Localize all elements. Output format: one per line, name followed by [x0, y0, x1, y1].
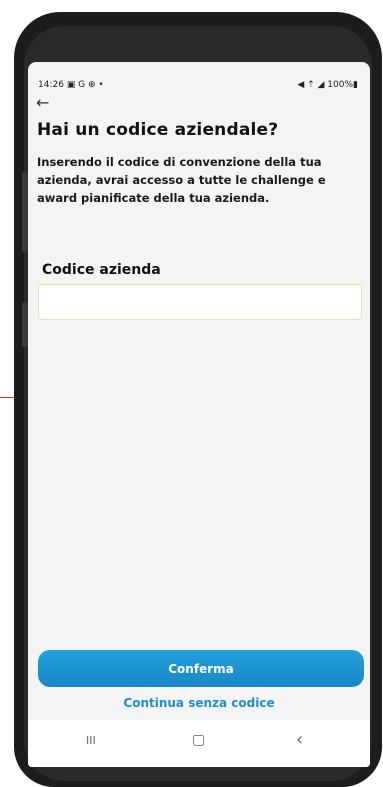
company-code-label: Codice azienda — [42, 262, 161, 278]
status-system-icons: ◀ ⇡ ◢ 100%▮ — [297, 80, 358, 90]
confirm-button[interactable]: Conferma — [38, 650, 364, 687]
page-title: Hai un codice aziendale? — [37, 120, 279, 140]
home-icon[interactable]: ▢ — [192, 732, 205, 748]
nav-back-icon[interactable]: ‹ — [296, 729, 303, 750]
back-arrow-icon[interactable]: ← — [36, 93, 49, 112]
phone-screen: 14:26 ▣ G ⊕ • ◀ ⇡ ◢ 100%▮ ← Hai un codic… — [28, 62, 370, 767]
android-nav-bar: III ▢ ‹ — [28, 720, 370, 767]
status-notification-icons: ▣ G ⊕ • — [66, 80, 104, 90]
company-code-input[interactable] — [38, 284, 362, 320]
page-description: Inserendo il codice di convenzione della… — [37, 155, 326, 205]
status-bar: 14:26 ▣ G ⊕ • ◀ ⇡ ◢ 100%▮ — [36, 79, 362, 93]
recent-apps-icon[interactable]: III — [86, 734, 96, 747]
continue-without-code-link[interactable]: Continua senza codice — [28, 696, 370, 710]
status-time: 14:26 ▣ G ⊕ • — [38, 80, 104, 90]
